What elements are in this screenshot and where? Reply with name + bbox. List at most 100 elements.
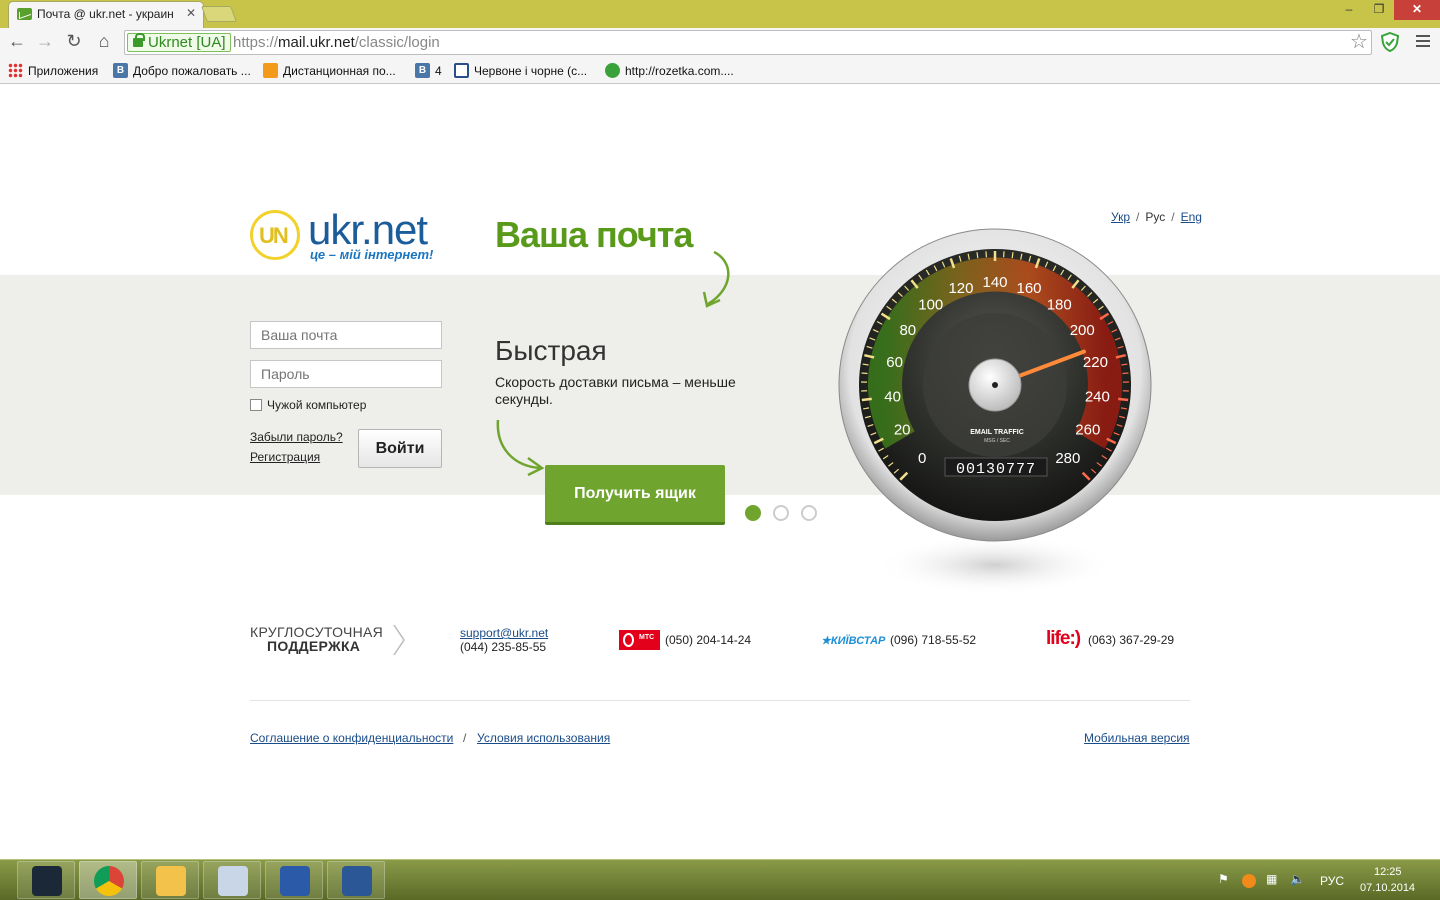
input-language-indicator[interactable]: РУС: [1320, 874, 1344, 888]
bookmark-red-black[interactable]: Червоне і чорне (с...: [454, 63, 587, 79]
chevron-right-icon: [393, 624, 405, 656]
vk-icon: B: [415, 63, 430, 78]
gauge-minor-tick: [976, 252, 979, 259]
taskbar-explorer[interactable]: [141, 861, 199, 899]
login-button[interactable]: Войти: [358, 429, 442, 468]
gauge-tick-label: 0: [918, 450, 926, 467]
browser-menu-icon[interactable]: [1416, 35, 1430, 47]
slide-dot-2[interactable]: [773, 505, 789, 521]
forgot-password-link[interactable]: Забыли пароль?: [250, 430, 343, 444]
gauge-major-tick: [861, 397, 872, 402]
get-mailbox-button[interactable]: Получить ящик: [545, 465, 725, 525]
apps-icon: [8, 63, 23, 78]
gauge-tick-label: 40: [884, 389, 901, 406]
network-icon[interactable]: ▦: [1266, 872, 1277, 886]
curved-arrow-down-icon: [702, 250, 730, 308]
life-phone: (063) 367-29-29: [1088, 633, 1175, 647]
ev-certificate-badge[interactable]: Ukrnet [UA]: [127, 33, 231, 52]
slide-dot-3[interactable]: [801, 505, 817, 521]
bookmark-star-icon[interactable]: ☆: [1350, 31, 1368, 53]
forward-arrow-icon[interactable]: →: [34, 31, 56, 53]
taskbar-fpc[interactable]: [265, 861, 323, 899]
bookmark-distance-learning[interactable]: Дистанционная по...: [263, 63, 396, 79]
gauge-label-bottom: MSG / SEC: [984, 438, 1010, 444]
taskbar-word[interactable]: [327, 861, 385, 899]
explorer-icon: [156, 866, 186, 896]
bookmark-rozetka[interactable]: http://rozetka.com....: [605, 63, 734, 79]
bookmark-apps[interactable]: Приложения: [8, 63, 98, 79]
gauge-tick-label: 60: [886, 354, 903, 371]
password-input[interactable]: [250, 360, 442, 388]
kyivstar-phone: (096) 718-55-52: [890, 633, 977, 647]
foreign-computer-checkbox[interactable]: [250, 399, 262, 411]
gauge-minor-tick: [861, 372, 868, 375]
url-path: /classic/login: [354, 34, 440, 51]
taskbar-steam[interactable]: [17, 861, 75, 899]
taskbar-calculator[interactable]: [203, 861, 261, 899]
calculator-icon: [218, 866, 248, 896]
bookmark-vk-4[interactable]: B4: [415, 63, 442, 79]
gauge-tick-label: 280: [1055, 450, 1080, 467]
curved-arrow-right-icon: [496, 419, 545, 476]
tab-close-icon[interactable]: ✕: [186, 6, 196, 20]
lang-separator: /: [1171, 210, 1175, 224]
gauge-tick-label: 20: [894, 422, 911, 439]
back-arrow-icon[interactable]: ←: [6, 31, 28, 53]
antivirus-icon[interactable]: [1242, 874, 1256, 888]
reload-icon[interactable]: ↻: [63, 31, 85, 53]
clock-date[interactable]: 07.10.2014: [1360, 882, 1415, 894]
foreign-computer-label[interactable]: Чужой компьютер: [267, 398, 366, 412]
email-input[interactable]: [250, 321, 442, 349]
word-icon: [342, 866, 372, 896]
bookmark-vk-welcome[interactable]: B Добро пожаловать ...: [113, 63, 251, 79]
volume-icon[interactable]: 🔈: [1290, 872, 1305, 886]
register-link[interactable]: Регистрация: [250, 450, 320, 464]
lang-ukr-link[interactable]: Укр: [1111, 210, 1130, 224]
gauge-minor-tick: [1011, 252, 1014, 259]
lang-separator: /: [1136, 210, 1140, 224]
promo-headline: Ваша почта: [495, 214, 693, 255]
chrome-icon: [94, 866, 124, 896]
slide-dot-1[interactable]: [745, 505, 761, 521]
restore-button[interactable]: ❐: [1364, 0, 1394, 20]
privacy-link[interactable]: Соглашение о конфиденциальности: [250, 731, 453, 745]
new-tab-button[interactable]: [201, 6, 237, 22]
mts-logo: МТС: [619, 630, 660, 650]
taskbar-chrome[interactable]: [79, 861, 137, 899]
terms-link[interactable]: Условия использования: [477, 731, 610, 745]
kyivstar-logo: ★КИЇВСТАР: [821, 635, 886, 647]
gauge-counter: 00130777: [956, 461, 1036, 478]
logo-mark: UN: [250, 210, 300, 260]
mts-phone: (050) 204-14-24: [665, 633, 752, 647]
tab-active[interactable]: Почта @ ukr.net - украин: [8, 1, 204, 29]
footer-separator: /: [463, 731, 467, 745]
gauge-tick-label: 100: [918, 296, 943, 313]
tab-title: Почта @ ukr.net - украин: [37, 7, 174, 21]
support-email-link[interactable]: support@ukr.net: [460, 626, 548, 640]
gauge-label-top: EMAIL TRAFFIC: [970, 429, 1024, 436]
home-icon[interactable]: ⌂: [93, 31, 115, 53]
shield-extension-icon[interactable]: [1381, 32, 1399, 52]
book-icon: [454, 63, 469, 78]
ukrnet-logo[interactable]: UN ukr.net це – мій інтернет!: [250, 208, 440, 266]
url-scheme: https://: [233, 34, 279, 51]
bookmark-label: Червоне і чорне (с...: [474, 64, 588, 78]
vk-icon: B: [113, 63, 128, 78]
mobile-version-link[interactable]: Мобильная версия: [1084, 731, 1190, 745]
lang-rus-current: Рус: [1145, 210, 1166, 224]
bookmark-label: http://rozetka.com....: [625, 64, 734, 78]
minimize-button[interactable]: –: [1334, 0, 1364, 20]
address-bar[interactable]: Ukrnet [UA] https://mail.ukr.net/classic…: [124, 30, 1372, 55]
lang-eng-link[interactable]: Eng: [1181, 210, 1202, 224]
gauge-minor-tick: [1122, 372, 1129, 375]
slide-title: Быстрая: [495, 335, 607, 366]
clock-time[interactable]: 12:25: [1374, 866, 1402, 878]
moodle-icon: [263, 63, 278, 78]
url-text[interactable]: https://mail.ukr.net/classic/login: [233, 34, 440, 51]
flag-icon[interactable]: ⚑: [1218, 872, 1229, 886]
url-host: mail.ukr.net: [278, 34, 355, 51]
close-window-button[interactable]: ✕: [1394, 0, 1440, 20]
gauge-tick-label: 160: [1017, 280, 1042, 297]
language-switcher: Укр / Рус / Eng: [1111, 210, 1202, 224]
support-title-line2: ПОДДЕРЖКА: [267, 638, 361, 654]
